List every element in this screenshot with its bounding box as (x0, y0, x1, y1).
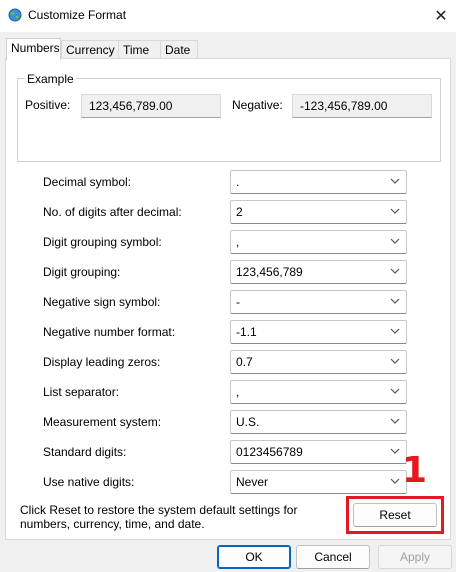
negative-sign-symbol-value: - (236, 295, 240, 309)
negative-number-format-label: Negative number format: (43, 325, 176, 339)
standard-digits-value: 0123456789 (236, 445, 303, 459)
digits-after-decimal-select[interactable]: 2 (230, 200, 407, 224)
leading-zeros-value: 0.7 (236, 355, 253, 369)
example-legend: Example (25, 72, 76, 86)
chevron-down-icon (390, 388, 400, 394)
decimal-symbol-select[interactable]: . (230, 170, 407, 194)
negative-sign-symbol-label: Negative sign symbol: (43, 295, 161, 309)
title-bar: Customize Format ✕ (0, 0, 456, 32)
negative-number-format-select[interactable]: -1.1 (230, 320, 407, 344)
cancel-button[interactable]: Cancel (296, 545, 370, 569)
globe-icon (8, 8, 22, 22)
negative-example-value: -123,456,789.00 (292, 94, 432, 118)
chevron-down-icon (390, 298, 400, 304)
measurement-system-value: U.S. (236, 415, 260, 429)
list-separator-label: List separator: (43, 385, 120, 399)
leading-zeros-label: Display leading zeros: (43, 355, 161, 369)
digits-after-decimal-value: 2 (236, 205, 243, 219)
annotation-step-number: 1 (402, 450, 428, 491)
decimal-symbol-value: . (236, 175, 240, 189)
chevron-down-icon (390, 208, 400, 214)
native-digits-select[interactable]: Never (230, 470, 407, 494)
chevron-down-icon (390, 448, 400, 454)
reset-description: Click Reset to restore the system defaul… (20, 503, 298, 531)
negative-label: Negative: (232, 98, 283, 112)
decimal-symbol-label: Decimal symbol: (43, 175, 132, 189)
chevron-down-icon (390, 358, 400, 364)
tab-numbers[interactable]: Numbers (6, 38, 61, 60)
reset-button[interactable]: Reset (353, 503, 437, 527)
native-digits-value: Never (236, 475, 269, 489)
ok-button[interactable]: OK (217, 545, 291, 569)
positive-label: Positive: (25, 98, 71, 112)
digit-grouping-symbol-value: , (236, 235, 240, 249)
chevron-down-icon (390, 328, 400, 334)
example-group (17, 78, 441, 162)
standard-digits-label: Standard digits: (43, 445, 127, 459)
list-separator-select[interactable]: , (230, 380, 407, 404)
digit-grouping-select[interactable]: 123,456,789 (230, 260, 407, 284)
tab-date[interactable]: Date (160, 40, 198, 58)
digit-grouping-value: 123,456,789 (236, 265, 303, 279)
chevron-down-icon (390, 178, 400, 184)
leading-zeros-select[interactable]: 0.7 (230, 350, 407, 374)
chevron-down-icon (390, 418, 400, 424)
chevron-down-icon (390, 268, 400, 274)
measurement-system-label: Measurement system: (43, 415, 162, 429)
tab-time[interactable]: Time (118, 40, 161, 58)
chevron-down-icon (390, 238, 400, 244)
list-separator-value: , (236, 385, 240, 399)
chevron-down-icon (390, 478, 400, 484)
measurement-system-select[interactable]: U.S. (230, 410, 407, 434)
digit-grouping-label: Digit grouping: (43, 265, 121, 279)
negative-sign-symbol-select[interactable]: - (230, 290, 407, 314)
standard-digits-select[interactable]: 0123456789 (230, 440, 407, 464)
close-icon[interactable]: ✕ (426, 0, 456, 32)
negative-number-format-value: -1.1 (236, 325, 257, 339)
digit-grouping-symbol-select[interactable]: , (230, 230, 407, 254)
native-digits-label: Use native digits: (43, 475, 135, 489)
window-title: Customize Format (28, 8, 127, 22)
tab-currency[interactable]: Currency (61, 40, 119, 58)
digits-after-decimal-label: No. of digits after decimal: (43, 205, 182, 219)
apply-button[interactable]: Apply (378, 545, 452, 569)
digit-grouping-symbol-label: Digit grouping symbol: (43, 235, 162, 249)
positive-example-value: 123,456,789.00 (81, 94, 221, 118)
